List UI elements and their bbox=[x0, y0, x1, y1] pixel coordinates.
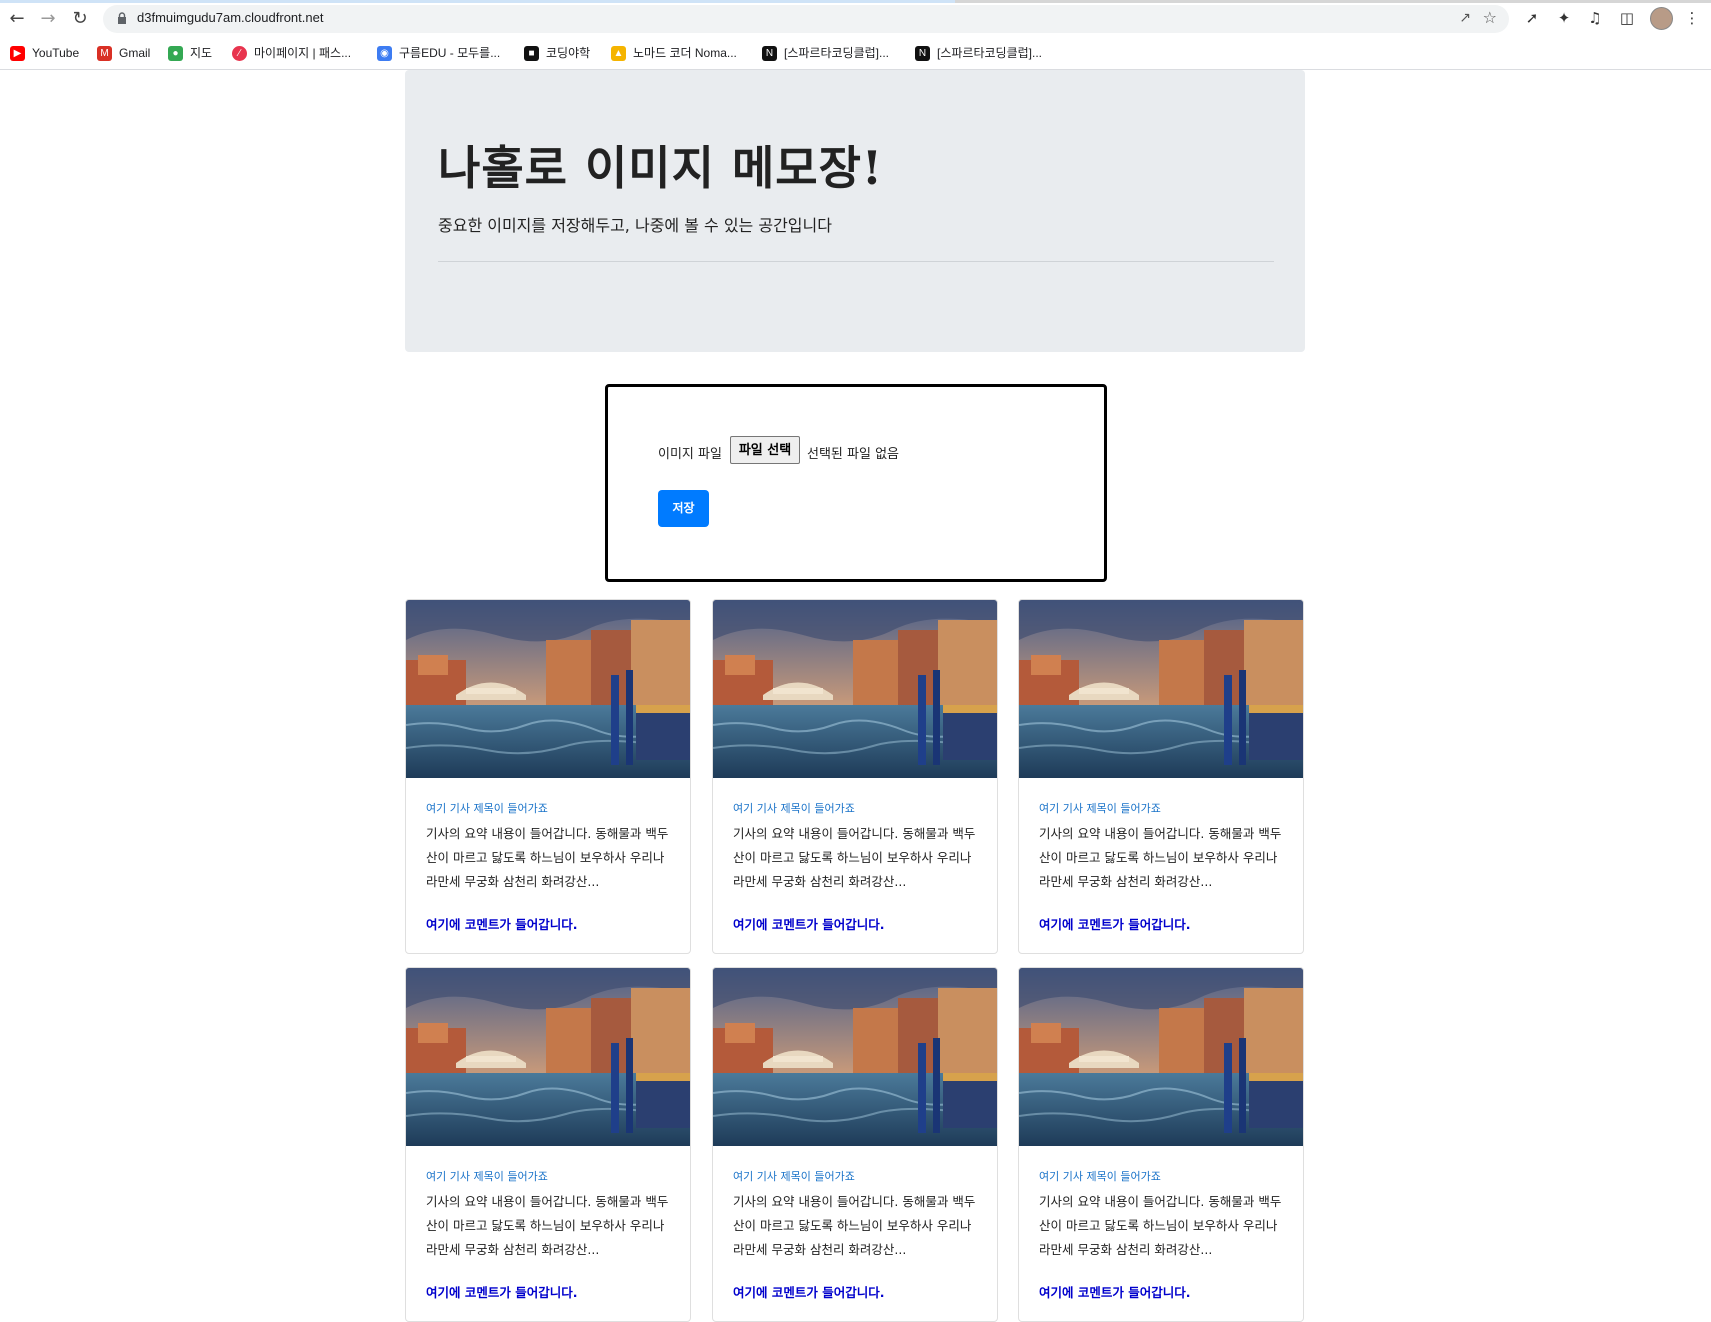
bookmark-codingyahak[interactable]: ■ 코딩야학 bbox=[524, 44, 590, 62]
file-status-text: 선택된 파일 없음 bbox=[807, 447, 899, 462]
bookmark-label: 마이페이지 | 패스... bbox=[254, 46, 352, 60]
extensions-puzzle-icon[interactable]: ✦ bbox=[1554, 8, 1574, 28]
card-image bbox=[1019, 968, 1303, 1146]
youtube-icon: ▶ bbox=[10, 46, 25, 62]
bookmark-label: Gmail bbox=[119, 46, 151, 60]
bookmark-maps[interactable]: ● 지도 bbox=[168, 44, 212, 62]
jumbotron-header: 나홀로 이미지 메모장! 중요한 이미지를 저장해두고, 나중에 볼 수 있는 … bbox=[405, 70, 1305, 352]
maps-icon: ● bbox=[168, 46, 183, 62]
share-icon[interactable]: ↗ bbox=[1459, 10, 1471, 26]
notion-icon: N bbox=[762, 46, 777, 62]
bookmark-sparta-2[interactable]: N [스파르타코딩클럽]... bbox=[915, 44, 1042, 62]
forward-arrow-icon[interactable]: → bbox=[38, 9, 58, 29]
upload-form: 이미지 파일 파일 선택 선택된 파일 없음 저장 bbox=[605, 384, 1107, 582]
media-control-icon[interactable]: ♫ bbox=[1585, 8, 1605, 28]
card-image bbox=[713, 600, 997, 778]
header-divider bbox=[438, 261, 1274, 262]
bookmark-nomadcoder[interactable]: ▲ 노마드 코더 Noma... bbox=[611, 44, 737, 62]
card-image bbox=[713, 968, 997, 1146]
bookmark-sparta-1[interactable]: N [스파르타코딩클럽]... bbox=[762, 44, 889, 62]
reload-icon[interactable]: ↻ bbox=[70, 9, 90, 29]
card-summary: 기사의 요약 내용이 들어갑니다. 동해물과 백두산이 마르고 닳도록 하느님이… bbox=[426, 826, 669, 889]
browser-toolbar: ← → ↻ d3fmuimgudu7am.cloudfront.net ↗ ☆ … bbox=[0, 0, 1711, 37]
card[interactable]: 여기 기사 제목이 들어가죠 기사의 요약 내용이 들어갑니다. 동해물과 백두… bbox=[405, 967, 691, 1322]
side-panel-icon[interactable]: ◫ bbox=[1617, 8, 1637, 28]
address-bar[interactable]: d3fmuimgudu7am.cloudfront.net ↗ ☆ bbox=[103, 5, 1509, 33]
card-comment: 여기에 코멘트가 들어갑니다. bbox=[426, 1285, 578, 1300]
bookmark-label: 지도 bbox=[190, 46, 213, 60]
card-image bbox=[1019, 600, 1303, 778]
bookmark-youtube[interactable]: ▶ YouTube bbox=[10, 44, 79, 62]
card[interactable]: 여기 기사 제목이 들어가죠 기사의 요약 내용이 들어갑니다. 동해물과 백두… bbox=[712, 967, 998, 1322]
card-summary: 기사의 요약 내용이 들어갑니다. 동해물과 백두산이 마르고 닳도록 하느님이… bbox=[733, 1194, 976, 1257]
card-summary: 기사의 요약 내용이 들어갑니다. 동해물과 백두산이 마르고 닳도록 하느님이… bbox=[1039, 826, 1282, 889]
card[interactable]: 여기 기사 제목이 들어가죠 기사의 요약 내용이 들어갑니다. 동해물과 백두… bbox=[712, 599, 998, 954]
gmail-icon: M bbox=[97, 46, 112, 62]
card-title[interactable]: 여기 기사 제목이 들어가죠 bbox=[733, 800, 855, 816]
bookmark-label: YouTube bbox=[32, 46, 80, 60]
bookmark-label: [스파르타코딩클럽]... bbox=[784, 46, 889, 60]
card[interactable]: 여기 기사 제목이 들어가죠 기사의 요약 내용이 들어갑니다. 동해물과 백두… bbox=[1018, 599, 1304, 954]
card-title[interactable]: 여기 기사 제목이 들어가죠 bbox=[1039, 1168, 1161, 1184]
card-title[interactable]: 여기 기사 제목이 들어가죠 bbox=[1039, 800, 1161, 816]
file-label: 이미지 파일 bbox=[658, 447, 722, 462]
card-image bbox=[406, 968, 690, 1146]
card-comment: 여기에 코멘트가 들어갑니다. bbox=[1039, 917, 1191, 932]
profile-avatar[interactable] bbox=[1650, 7, 1673, 30]
notion-icon: N bbox=[915, 46, 930, 62]
card-summary: 기사의 요약 내용이 들어갑니다. 동해물과 백두산이 마르고 닳도록 하느님이… bbox=[1039, 1194, 1282, 1257]
card-comment: 여기에 코멘트가 들어갑니다. bbox=[733, 1285, 885, 1300]
card-title[interactable]: 여기 기사 제목이 들어가죠 bbox=[733, 1168, 855, 1184]
loading-bar bbox=[0, 0, 1711, 3]
menu-kebab-icon[interactable]: ⋮ bbox=[1682, 8, 1702, 28]
card-comment: 여기에 코멘트가 들어갑니다. bbox=[1039, 1285, 1191, 1300]
card-comment: 여기에 코멘트가 들어갑니다. bbox=[426, 917, 578, 932]
nomadcoder-icon: ▲ bbox=[611, 46, 626, 62]
fastcampus-icon: ∕ bbox=[232, 46, 247, 62]
codingyahak-icon: ■ bbox=[524, 46, 539, 62]
save-button[interactable]: 저장 bbox=[658, 490, 709, 527]
card-title[interactable]: 여기 기사 제목이 들어가죠 bbox=[426, 800, 548, 816]
card-image bbox=[406, 600, 690, 778]
bookmark-label: [스파르타코딩클럽]... bbox=[937, 46, 1042, 60]
lock-icon bbox=[118, 12, 126, 24]
bookmark-label: 코딩야학 bbox=[546, 46, 591, 60]
file-choose-button[interactable]: 파일 선택 bbox=[730, 436, 800, 464]
extension-send-icon[interactable]: ➚ bbox=[1522, 8, 1542, 28]
card-summary: 기사의 요약 내용이 들어갑니다. 동해물과 백두산이 마르고 닳도록 하느님이… bbox=[733, 826, 976, 889]
page-title: 나홀로 이미지 메모장! bbox=[438, 141, 884, 195]
bookmark-fastcampus[interactable]: ∕ 마이페이지 | 패스... bbox=[232, 44, 351, 62]
card-title[interactable]: 여기 기사 제목이 들어가죠 bbox=[426, 1168, 548, 1184]
goorm-icon: ◉ bbox=[377, 46, 392, 62]
bookmark-star-icon[interactable]: ☆ bbox=[1483, 8, 1497, 27]
bookmark-goorm[interactable]: ◉ 구름EDU - 모두를... bbox=[377, 44, 500, 62]
bookmark-label: 구름EDU - 모두를... bbox=[399, 46, 501, 60]
card[interactable]: 여기 기사 제목이 들어가죠 기사의 요약 내용이 들어갑니다. 동해물과 백두… bbox=[1018, 967, 1304, 1322]
card-summary: 기사의 요약 내용이 들어갑니다. 동해물과 백두산이 마르고 닳도록 하느님이… bbox=[426, 1194, 669, 1257]
page-lead: 중요한 이미지를 저장해두고, 나중에 볼 수 있는 공간입니다 bbox=[438, 216, 832, 235]
card[interactable]: 여기 기사 제목이 들어가죠 기사의 요약 내용이 들어갑니다. 동해물과 백두… bbox=[405, 599, 691, 954]
bookmarks-bar: ▶ YouTube M Gmail ● 지도 ∕ 마이페이지 | 패스... ◉ 구름ED… bbox=[0, 37, 1711, 70]
url-text: d3fmuimgudu7am.cloudfront.net bbox=[137, 10, 324, 25]
bookmark-label: 노마드 코더 Noma... bbox=[633, 46, 737, 60]
bookmark-gmail[interactable]: M Gmail bbox=[97, 44, 150, 62]
card-comment: 여기에 코멘트가 들어갑니다. bbox=[733, 917, 885, 932]
back-arrow-icon[interactable]: ← bbox=[7, 9, 27, 29]
